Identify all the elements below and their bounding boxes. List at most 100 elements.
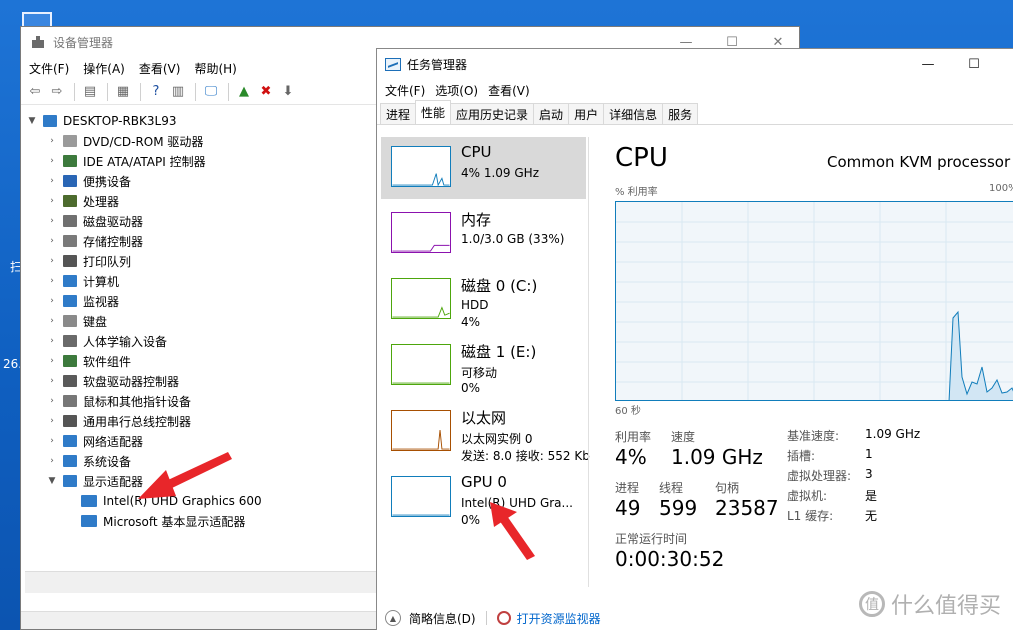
device-category[interactable]: › 便携设备 <box>25 171 377 191</box>
device-category[interactable]: › IDE ATA/ATAPI 控制器 <box>25 151 377 171</box>
properties-icon[interactable]: ▦ <box>113 82 133 102</box>
thumbnail-svg <box>392 429 450 450</box>
device-category[interactable]: › 人体学输入设备 <box>25 331 377 351</box>
resource-item[interactable]: 磁盘 1 (E:) 可移动 0% <box>381 335 586 397</box>
menu-view[interactable]: 查看(V) <box>139 60 181 77</box>
menu-help[interactable]: 帮助(H) <box>194 60 236 77</box>
device-category[interactable]: › 网络适配器 <box>25 431 377 451</box>
expand-arrow-icon[interactable]: › <box>45 156 59 166</box>
device-category[interactable]: › 键盘 <box>25 311 377 331</box>
device-category[interactable]: ▼ 显示适配器 <box>25 471 377 491</box>
display-adapter-item[interactable]: Intel(R) UHD Graphics 600 <box>25 491 377 511</box>
tab-startup[interactable]: 启动 <box>533 103 570 124</box>
device-category-label: 监视器 <box>83 294 120 309</box>
collapse-arrow-icon[interactable]: ▼ <box>25 116 39 126</box>
download-icon[interactable]: ⬇ <box>278 82 298 102</box>
expand-arrow-icon[interactable]: › <box>45 276 59 286</box>
uptime-label: 正常运行时间 <box>615 532 688 546</box>
detail-title: CPU <box>615 143 668 173</box>
expand-arrow-icon[interactable]: › <box>45 436 59 446</box>
update-driver-icon[interactable]: ▲ <box>234 82 254 102</box>
minimize-button[interactable]: — <box>905 49 951 79</box>
resource-item[interactable]: 以太网 以太网实例 0 发送: 8.0 接收: 552 Kb <box>381 401 590 463</box>
device-category[interactable]: › 打印队列 <box>25 251 377 271</box>
menu-file[interactable]: 文件(F) <box>29 60 69 77</box>
thumbnail-svg <box>392 382 450 384</box>
scan-hardware-icon[interactable]: 🖵 <box>201 82 221 102</box>
expand-arrow-icon[interactable]: › <box>45 296 59 306</box>
help-icon[interactable]: ? <box>146 82 166 102</box>
view-icon[interactable]: ▥ <box>168 82 188 102</box>
tab-performance[interactable]: 性能 <box>415 100 452 124</box>
device-category[interactable]: › 存储控制器 <box>25 231 377 251</box>
open-resource-monitor-link[interactable]: 打开资源监视器 <box>517 610 601 627</box>
display-adapter-item[interactable]: Microsoft 基本显示适配器 <box>25 511 377 531</box>
resource-item[interactable]: GPU 0 Intel(R) UHD Gra... 0% <box>381 467 586 529</box>
chevron-up-icon[interactable]: ▲ <box>385 610 401 626</box>
device-category-icon <box>63 435 77 447</box>
watermark-text: 什么值得买 <box>890 594 1001 619</box>
cpu-property-value: 1.09 GHz <box>865 427 921 441</box>
menu-options[interactable]: 选项(O) <box>435 82 478 99</box>
tab-services[interactable]: 服务 <box>662 103 699 124</box>
maximize-button[interactable]: ☐ <box>951 49 997 79</box>
device-category[interactable]: › 监视器 <box>25 291 377 311</box>
expand-arrow-icon[interactable]: › <box>45 356 59 366</box>
expand-arrow-icon[interactable]: › <box>45 136 59 146</box>
menu-action[interactable]: 操作(A) <box>83 60 125 77</box>
display-adapter-label: Intel(R) UHD Graphics 600 <box>103 494 262 508</box>
processes-label: 进程 <box>615 481 640 495</box>
handles-label: 句柄 <box>715 481 740 495</box>
tab-app-history[interactable]: 应用历史记录 <box>450 103 535 124</box>
device-category[interactable]: › 磁盘驱动器 <box>25 211 377 231</box>
collapse-arrow-icon[interactable]: ▼ <box>45 476 59 486</box>
cpu-property-value: 1 <box>865 447 873 461</box>
cpu-detail-pane: CPU Common KVM processor % 利用率 100% <box>615 137 1013 587</box>
resource-item[interactable]: CPU 4% 1.09 GHz <box>381 137 586 199</box>
resource-name: 内存 <box>461 211 492 229</box>
expand-arrow-icon[interactable]: › <box>45 316 59 326</box>
device-category[interactable]: › 系统设备 <box>25 451 377 471</box>
tab-users[interactable]: 用户 <box>568 103 605 124</box>
device-category-label: 人体学输入设备 <box>83 334 168 349</box>
expand-arrow-icon[interactable]: › <box>45 176 59 186</box>
uninstall-icon[interactable]: ✖ <box>256 82 276 102</box>
window-title: 设备管理器 <box>53 35 114 50</box>
expand-arrow-icon[interactable]: › <box>45 396 59 406</box>
resource-name: CPU <box>461 143 492 161</box>
resource-item[interactable]: 内存 1.0/3.0 GB (33%) <box>381 203 586 265</box>
device-category[interactable]: › 计算机 <box>25 271 377 291</box>
menu-file[interactable]: 文件(F) <box>385 82 425 99</box>
expand-arrow-icon[interactable]: › <box>45 456 59 466</box>
device-category-icon <box>63 195 77 207</box>
horizontal-scrollbar[interactable] <box>25 571 377 593</box>
expand-arrow-icon[interactable]: › <box>45 336 59 346</box>
expand-arrow-icon[interactable]: › <box>45 236 59 246</box>
device-category[interactable]: › 处理器 <box>25 191 377 211</box>
device-category[interactable]: › 软盘驱动器控制器 <box>25 371 377 391</box>
expand-arrow-icon[interactable]: › <box>45 196 59 206</box>
show-hide-tree-icon[interactable]: ▤ <box>80 82 100 102</box>
expand-arrow-icon[interactable]: › <box>45 256 59 266</box>
device-category-label: 存储控制器 <box>83 234 144 249</box>
device-category[interactable]: › 软件组件 <box>25 351 377 371</box>
device-category[interactable]: › 鼠标和其他指针设备 <box>25 391 377 411</box>
tree-root[interactable]: ▼ DESKTOP-RBK3L93 <box>25 111 377 131</box>
cpu-property-key: 插槽: <box>787 449 816 463</box>
expand-arrow-icon[interactable]: › <box>45 376 59 386</box>
toolbar-divider <box>228 82 229 101</box>
forward-icon[interactable]: ⇨ <box>47 82 67 102</box>
device-category[interactable]: › DVD/CD-ROM 驱动器 <box>25 131 377 151</box>
display-adapter-icon <box>81 515 97 527</box>
menu-view[interactable]: 查看(V) <box>488 82 530 99</box>
brief-info-link[interactable]: 简略信息(D) <box>409 610 476 627</box>
resource-name: 磁盘 1 (E:) <box>461 343 537 361</box>
expand-arrow-icon[interactable]: › <box>45 416 59 426</box>
tab-processes[interactable]: 进程 <box>380 103 417 124</box>
cpu-property-value: 是 <box>865 489 878 503</box>
device-category[interactable]: › 通用串行总线控制器 <box>25 411 377 431</box>
tab-details[interactable]: 详细信息 <box>603 103 664 124</box>
resource-item[interactable]: 磁盘 0 (C:) HDD 4% <box>381 269 586 331</box>
expand-arrow-icon[interactable]: › <box>45 216 59 226</box>
back-icon[interactable]: ⇦ <box>25 82 45 102</box>
